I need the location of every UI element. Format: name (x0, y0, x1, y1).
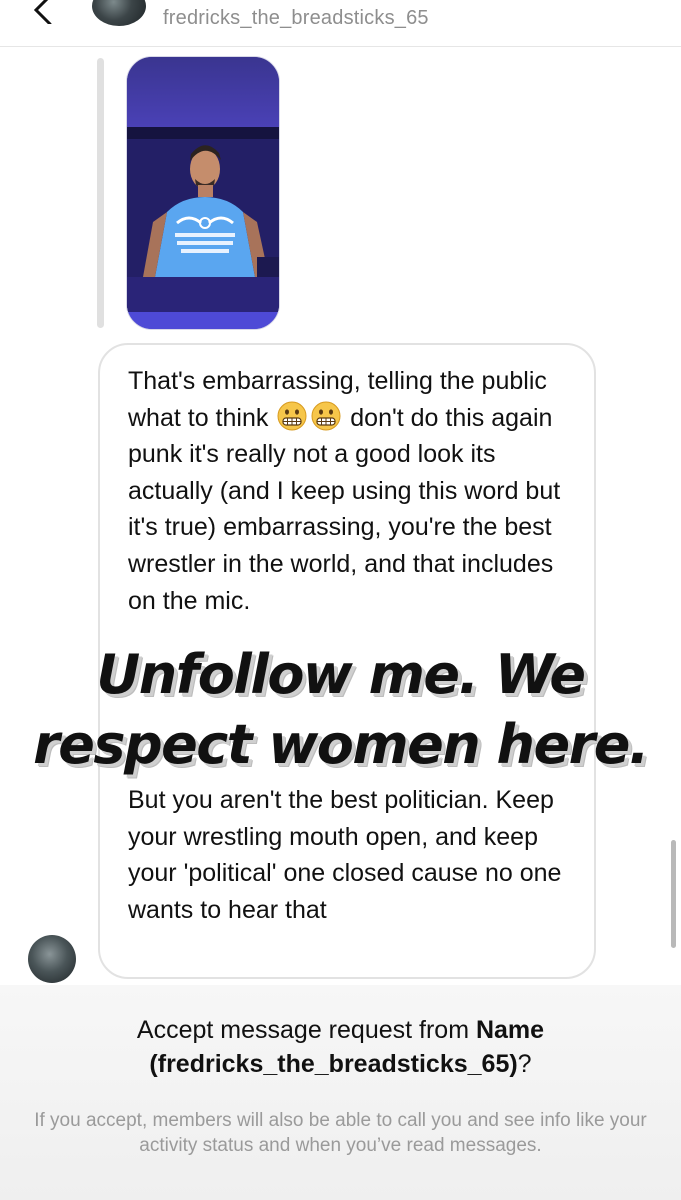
accept-suffix: ? (517, 1050, 532, 1078)
accept-request-title: Accept message request from Name (fredri… (0, 1013, 681, 1081)
message-text-b: don't do this again punk it's really not… (128, 403, 561, 615)
reply-thread-bar (97, 58, 104, 328)
grimacing-face-icon (311, 401, 341, 431)
chat-header: fredricks_the_breadsticks_65 (0, 0, 681, 47)
accept-handle: (fredricks_the_breadsticks_65) (149, 1050, 518, 1078)
media-top-band (127, 57, 279, 127)
overlay-caption: Unfollow me. We respect women here. (0, 640, 681, 780)
grimacing-face-icon (277, 401, 307, 431)
scrollbar[interactable] (671, 840, 676, 948)
media-video-frame (127, 127, 279, 312)
message-text-part1: That's embarrassing, telling the public … (128, 363, 578, 619)
accept-prefix: Accept message request from (136, 1016, 470, 1044)
sender-avatar[interactable] (28, 935, 76, 983)
shared-media-card[interactable] (126, 56, 280, 330)
header-username[interactable]: fredricks_the_breadsticks_65 (163, 7, 429, 30)
header-avatar[interactable] (92, 0, 146, 26)
accept-name: Name (475, 1016, 545, 1044)
message-text-part2: But you aren't the best politician. Keep… (128, 786, 562, 924)
overlay-caption-line1: Unfollow me. We (96, 643, 586, 706)
overlay-caption-line2: respect women here. (33, 713, 649, 776)
accept-info-text: If you accept, members will also be able… (34, 1110, 647, 1156)
media-bottom-band (127, 312, 279, 329)
message-request-panel: Accept message request from Name (fredri… (0, 985, 681, 1200)
chevron-left-icon[interactable] (22, 0, 58, 24)
